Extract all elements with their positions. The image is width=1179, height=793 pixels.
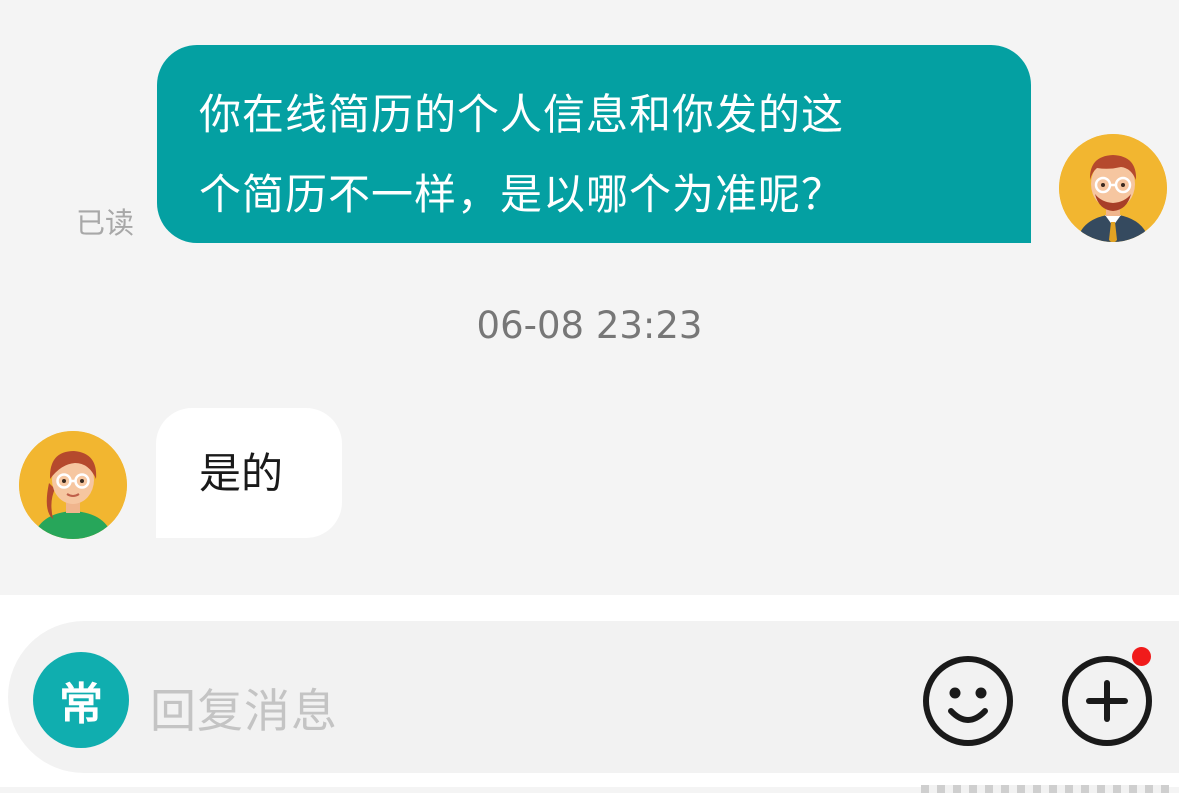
notification-dot xyxy=(1132,647,1151,666)
outgoing-message-line-1: 你在线简历的个人信息和你发的这 xyxy=(199,90,845,139)
message-input-bar: 常 回复消息 xyxy=(0,595,1179,793)
male-avatar-icon xyxy=(1059,134,1167,242)
reply-placeholder[interactable]: 回复消息 xyxy=(150,675,338,741)
my-avatar[interactable] xyxy=(1059,134,1167,242)
incoming-message-bubble[interactable]: 是的 xyxy=(156,408,342,538)
message-timestamp: 06-08 23:23 xyxy=(476,304,703,347)
outgoing-message-bubble[interactable]: 你在线简历的个人信息和你发的这 个简历不一样，是以哪个为准呢？ xyxy=(157,45,1031,243)
common-phrases-button[interactable]: 常 xyxy=(33,652,129,748)
contact-avatar[interactable] xyxy=(19,431,127,539)
outgoing-message-line-2: 个简历不一样，是以哪个为准呢？ xyxy=(199,170,845,219)
reply-input-field[interactable]: 常 回复消息 xyxy=(8,621,1179,793)
home-indicator xyxy=(921,785,1169,793)
chat-message-area[interactable]: 已读 你在线简历的个人信息和你发的这 个简历不一样，是以哪个为准呢？ 06-08… xyxy=(0,0,1179,595)
female-avatar-icon xyxy=(19,431,127,539)
read-receipt: 已读 xyxy=(76,206,135,240)
incoming-message-text: 是的 xyxy=(199,449,284,498)
plus-circle-icon[interactable] xyxy=(1059,653,1155,749)
smiley-face-icon[interactable] xyxy=(920,653,1016,749)
